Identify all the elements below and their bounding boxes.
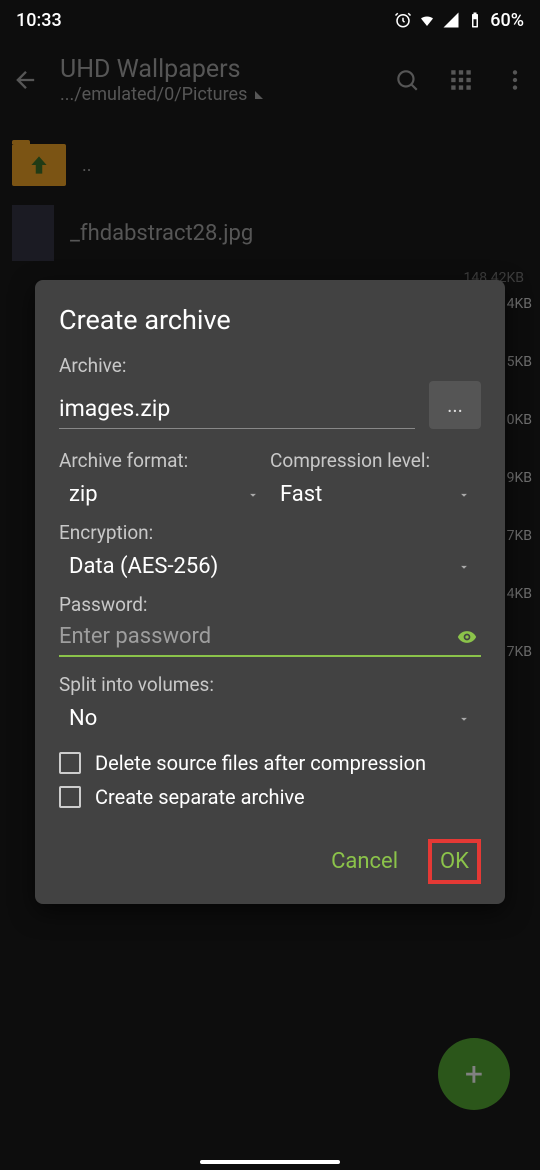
chevron-down-icon bbox=[457, 560, 471, 574]
dialog-title: Create archive bbox=[59, 304, 481, 336]
encryption-label: Encryption: bbox=[59, 521, 481, 544]
delete-source-checkbox-row[interactable]: Delete source files after compression bbox=[59, 751, 481, 775]
delete-source-checkbox[interactable] bbox=[59, 752, 81, 774]
separate-archive-label: Create separate archive bbox=[95, 785, 305, 809]
split-dropdown[interactable]: No bbox=[59, 700, 481, 737]
cancel-button[interactable]: Cancel bbox=[331, 849, 398, 874]
chevron-down-icon bbox=[246, 488, 260, 502]
format-dropdown[interactable]: zip bbox=[59, 476, 270, 513]
encryption-value: Data (AES-256) bbox=[69, 554, 218, 579]
plus-icon: + bbox=[465, 1055, 483, 1093]
split-value: No bbox=[69, 706, 97, 731]
archive-name-input[interactable] bbox=[59, 389, 415, 429]
add-fab[interactable]: + bbox=[438, 1038, 510, 1110]
password-input[interactable] bbox=[59, 624, 453, 649]
delete-source-label: Delete source files after compression bbox=[95, 751, 426, 775]
password-label: Password: bbox=[59, 593, 481, 616]
archive-label: Archive: bbox=[59, 354, 481, 377]
separate-archive-checkbox-row[interactable]: Create separate archive bbox=[59, 785, 481, 809]
create-archive-dialog: Create archive Archive: ... Archive form… bbox=[35, 280, 505, 904]
ok-highlight-box: OK bbox=[428, 839, 481, 884]
format-value: zip bbox=[69, 482, 98, 507]
eye-icon[interactable] bbox=[453, 627, 481, 647]
browse-dots-button[interactable]: ... bbox=[429, 381, 481, 429]
separate-archive-checkbox[interactable] bbox=[59, 786, 81, 808]
gesture-nav-handle[interactable] bbox=[200, 1160, 340, 1164]
chevron-down-icon bbox=[457, 488, 471, 502]
encryption-dropdown[interactable]: Data (AES-256) bbox=[59, 548, 481, 585]
ok-button[interactable]: OK bbox=[440, 849, 469, 874]
compression-label: Compression level: bbox=[270, 449, 481, 472]
dialog-overlay: Create archive Archive: ... Archive form… bbox=[0, 0, 540, 1170]
compression-dropdown[interactable]: Fast bbox=[270, 476, 481, 513]
split-label: Split into volumes: bbox=[59, 673, 481, 696]
compression-value: Fast bbox=[280, 482, 322, 507]
format-label: Archive format: bbox=[59, 449, 270, 472]
chevron-down-icon bbox=[457, 712, 471, 726]
